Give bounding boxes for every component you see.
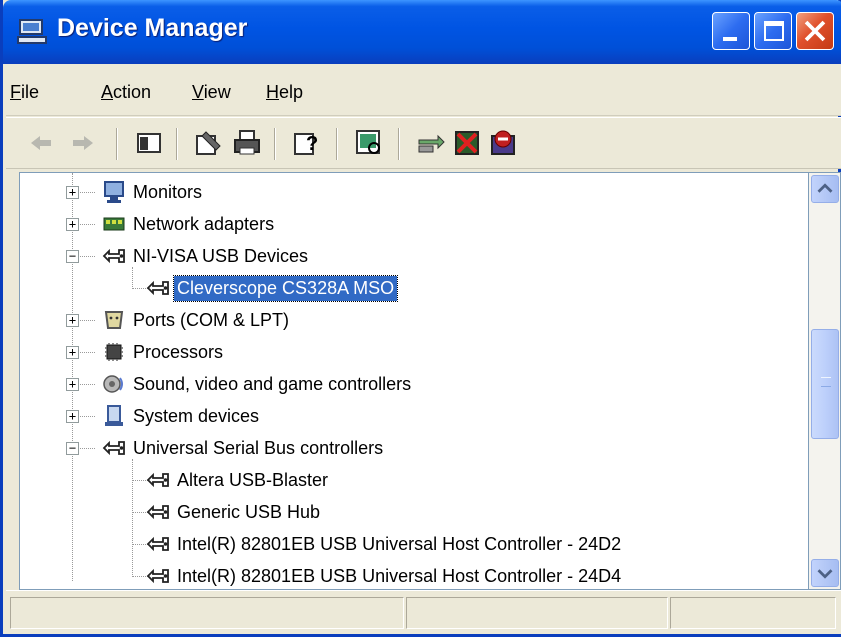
- print-icon[interactable]: [232, 128, 262, 158]
- usb-icon: [146, 280, 169, 296]
- toolbar-separator: [274, 128, 276, 160]
- toolbar-separator: [398, 128, 400, 160]
- tree-item-label: Ports (COM & LPT): [133, 309, 290, 330]
- tree-item[interactable]: Monitors: [102, 177, 205, 207]
- disable-icon[interactable]: [488, 128, 518, 158]
- menu-action[interactable]: Action: [101, 82, 151, 103]
- chevron-up-icon: [817, 183, 833, 193]
- network-adapter-icon: [103, 217, 125, 231]
- usb-icon: [146, 504, 169, 520]
- toolbar-separator: [116, 128, 118, 160]
- tree-item-label: Universal Serial Bus controllers: [133, 437, 384, 458]
- monitor-icon: [104, 181, 124, 203]
- collapse-button[interactable]: −: [66, 250, 79, 263]
- expand-button[interactable]: +: [66, 186, 79, 199]
- tree-item-label: Generic USB Hub: [177, 501, 321, 522]
- tree-child-line: [132, 267, 133, 289]
- svg-text:?: ?: [306, 133, 318, 155]
- usb-icon: [102, 440, 125, 456]
- usb-icon: [146, 568, 169, 584]
- device-manager-window: Device Manager File Action View Help ? +…: [0, 0, 841, 637]
- tree-child-line: [132, 459, 133, 577]
- tree-item-label: Network adapters: [133, 213, 275, 234]
- menu-file[interactable]: File: [10, 82, 39, 103]
- collapse-button[interactable]: −: [66, 442, 79, 455]
- usb-icon: [146, 472, 169, 488]
- window-title: Device Manager: [57, 14, 248, 42]
- tree-item[interactable]: Intel(R) 82801EB USB Universal Host Cont…: [146, 529, 624, 559]
- menu-help[interactable]: Help: [266, 82, 303, 103]
- processor-icon: [105, 343, 123, 361]
- scroll-down-button[interactable]: [811, 559, 839, 587]
- usb-icon: [102, 248, 125, 264]
- status-panel-main: [10, 597, 404, 629]
- menu-bar: File Action View Help: [6, 64, 841, 116]
- device-tree[interactable]: + Monitors + Network adapters − NI-VISA USB D…: [19, 172, 809, 590]
- expand-button[interactable]: +: [66, 218, 79, 231]
- tree-item[interactable]: Network adapters: [102, 209, 277, 239]
- close-button[interactable]: [796, 12, 834, 50]
- chevron-down-icon: [817, 569, 833, 579]
- usb-icon: [146, 536, 169, 552]
- tree-item[interactable]: Cleverscope CS328A MSO: [146, 273, 399, 303]
- help-icon[interactable]: ?: [292, 128, 322, 158]
- tree-item-label: Sound, video and game controllers: [133, 373, 412, 394]
- tree-item[interactable]: NI-VISA USB Devices: [102, 241, 311, 271]
- scroll-up-button[interactable]: [811, 175, 839, 203]
- update-driver-icon[interactable]: [416, 128, 446, 158]
- tree-item[interactable]: Sound, video and game controllers: [102, 369, 414, 399]
- tree-item[interactable]: Intel(R) 82801EB USB Universal Host Cont…: [146, 561, 624, 589]
- title-bar[interactable]: Device Manager: [3, 0, 841, 64]
- tree-item[interactable]: Ports (COM & LPT): [102, 305, 292, 335]
- toolbar-separator: [176, 128, 178, 160]
- forward-arrow-icon[interactable]: [68, 128, 98, 158]
- menu-view[interactable]: View: [192, 82, 231, 103]
- back-arrow-icon[interactable]: [26, 128, 56, 158]
- vertical-scrollbar[interactable]: [809, 172, 841, 590]
- maximize-icon: [764, 21, 784, 41]
- tree-item-label: Monitors: [133, 181, 203, 202]
- system-device-icon: [105, 405, 123, 426]
- toolbar-separator: [336, 128, 338, 160]
- minimize-button[interactable]: [712, 12, 750, 50]
- minimize-icon: [723, 37, 737, 41]
- show-hide-console-tree-icon[interactable]: [134, 128, 164, 158]
- maximize-button[interactable]: [754, 12, 792, 50]
- computer-icon: [17, 19, 47, 44]
- status-panel-extra: [670, 597, 836, 629]
- tree-item-label: NI-VISA USB Devices: [133, 245, 309, 266]
- tree-item[interactable]: Altera USB-Blaster: [146, 465, 331, 495]
- properties-icon[interactable]: [194, 128, 224, 158]
- expand-button[interactable]: +: [66, 314, 79, 327]
- tree-item-label: System devices: [133, 405, 260, 426]
- close-icon: [804, 20, 826, 42]
- toolbar: ?: [6, 117, 841, 169]
- uninstall-icon[interactable]: [452, 128, 482, 158]
- port-icon: [104, 311, 124, 329]
- tree-item-label: Intel(R) 82801EB USB Universal Host Cont…: [177, 565, 622, 586]
- scan-hardware-icon[interactable]: [354, 128, 384, 158]
- status-panel-secondary: [406, 597, 668, 629]
- tree-item[interactable]: Processors: [102, 337, 226, 367]
- expand-button[interactable]: +: [66, 410, 79, 423]
- tree-item[interactable]: Generic USB Hub: [146, 497, 323, 527]
- scroll-thumb[interactable]: [811, 329, 839, 439]
- status-bar: [6, 590, 841, 634]
- expand-button[interactable]: +: [66, 378, 79, 391]
- scroll-thumb-grip: [821, 377, 831, 387]
- selected-tree-item-label: Cleverscope CS328A MSO: [172, 274, 399, 302]
- tree-item[interactable]: System devices: [102, 401, 262, 431]
- expand-button[interactable]: +: [66, 346, 79, 359]
- tree-item-label: Processors: [133, 341, 224, 362]
- tree-item-label: Altera USB-Blaster: [177, 469, 329, 490]
- tree-item-label: Intel(R) 82801EB USB Universal Host Cont…: [177, 533, 622, 554]
- sound-icon: [103, 375, 123, 393]
- tree-item[interactable]: Universal Serial Bus controllers: [102, 433, 386, 463]
